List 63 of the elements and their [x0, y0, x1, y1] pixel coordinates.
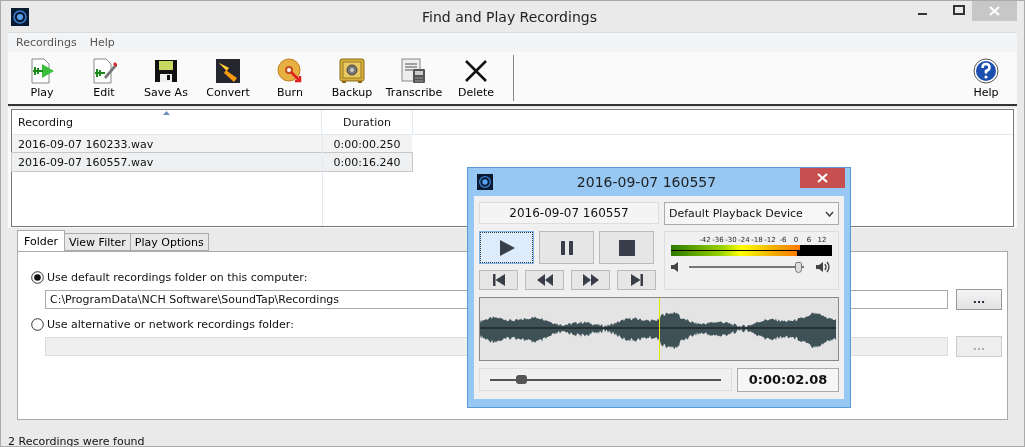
column-header[interactable]: Recording [12, 110, 322, 134]
tab[interactable]: Folder [17, 230, 65, 251]
file-name-display: 2016-09-07 160557 [479, 202, 659, 224]
device-icon [401, 57, 427, 84]
device-dropdown[interactable]: Default Playback Device [664, 202, 839, 225]
app-logo-icon [477, 174, 493, 190]
table-row[interactable]: 2016-09-07 160233.wav 0:00:00.250 [12, 135, 412, 153]
transport-button[interactable] [525, 270, 564, 290]
menu-item[interactable]: Recordings [16, 36, 77, 49]
stop-icon [617, 238, 636, 257]
disc-icon [277, 57, 303, 84]
transport-button[interactable] [617, 270, 656, 290]
close-icon [463, 57, 489, 84]
speaker-loud-icon [816, 261, 832, 273]
transport-button[interactable] [539, 231, 594, 264]
table-cell-text: 2016-09-07 160233.wav [17, 137, 155, 151]
toolbar-button[interactable]: Edit [73, 54, 135, 102]
table-cell-text: 2016-09-07 160557.wav [17, 155, 155, 169]
safe-icon [339, 57, 365, 84]
toolbar-button[interactable]: Delete [445, 54, 507, 102]
position-thumb[interactable] [516, 375, 528, 384]
document-pencil-icon [91, 57, 117, 84]
toolbar-button[interactable]: Save As [135, 54, 197, 102]
toolbar-button[interactable]: Transcribe [383, 54, 445, 102]
help-icon [973, 57, 999, 84]
tab[interactable]: Play Options [129, 233, 209, 251]
toolbar-button[interactable]: Convert [197, 54, 259, 102]
toolbar-button[interactable]: Burn [259, 54, 321, 102]
close-icon[interactable] [800, 168, 845, 188]
menu-item[interactable]: Help [89, 36, 115, 49]
window-title: 2016-09-07 160557 [575, 174, 718, 190]
help-button[interactable]: Help [955, 54, 1017, 102]
transport-button[interactable] [599, 231, 654, 264]
tab[interactable]: View Filter [64, 233, 131, 251]
skip-forward-icon [628, 274, 645, 286]
rewind-icon [536, 274, 553, 286]
table-row[interactable]: 2016-09-07 160557.wav 0:00:16.240 [12, 153, 412, 171]
radio-label[interactable]: Use default recordings folder on this computer: [47, 270, 308, 284]
fast-forward-icon [582, 274, 599, 286]
toolbar-button[interactable]: Play [11, 54, 73, 102]
table-cell-text: 0:00:16.240 [332, 155, 402, 169]
transport-button[interactable] [571, 270, 610, 290]
time-display: 0:00:02.08 [737, 368, 839, 392]
speaker-low-icon [671, 262, 679, 272]
toolbar-button[interactable]: Backup [321, 54, 383, 102]
app-logo-icon [11, 7, 29, 26]
volume-thumb[interactable] [795, 261, 803, 273]
window-title: Find and Play Recordings [421, 8, 598, 25]
document-play-icon [29, 57, 55, 84]
lightning-icon [215, 57, 241, 84]
table-cell-text: 0:00:00.250 [332, 137, 402, 151]
transport-button[interactable] [479, 270, 518, 290]
sort-arrow-icon [163, 111, 170, 115]
transport-button[interactable] [479, 231, 534, 264]
browse-button[interactable]: ... [956, 289, 1002, 310]
radio-label[interactable]: Use alternative or network recordings folder: [47, 317, 294, 331]
radio-selected-icon[interactable] [31, 270, 44, 284]
skip-back-icon [490, 274, 507, 286]
radio-icon[interactable] [31, 317, 44, 331]
column-header[interactable]: Duration [322, 110, 413, 134]
chevron-down-icon [825, 210, 834, 217]
play-icon [497, 238, 516, 257]
status-text: 2 Recordings were found [7, 433, 146, 446]
